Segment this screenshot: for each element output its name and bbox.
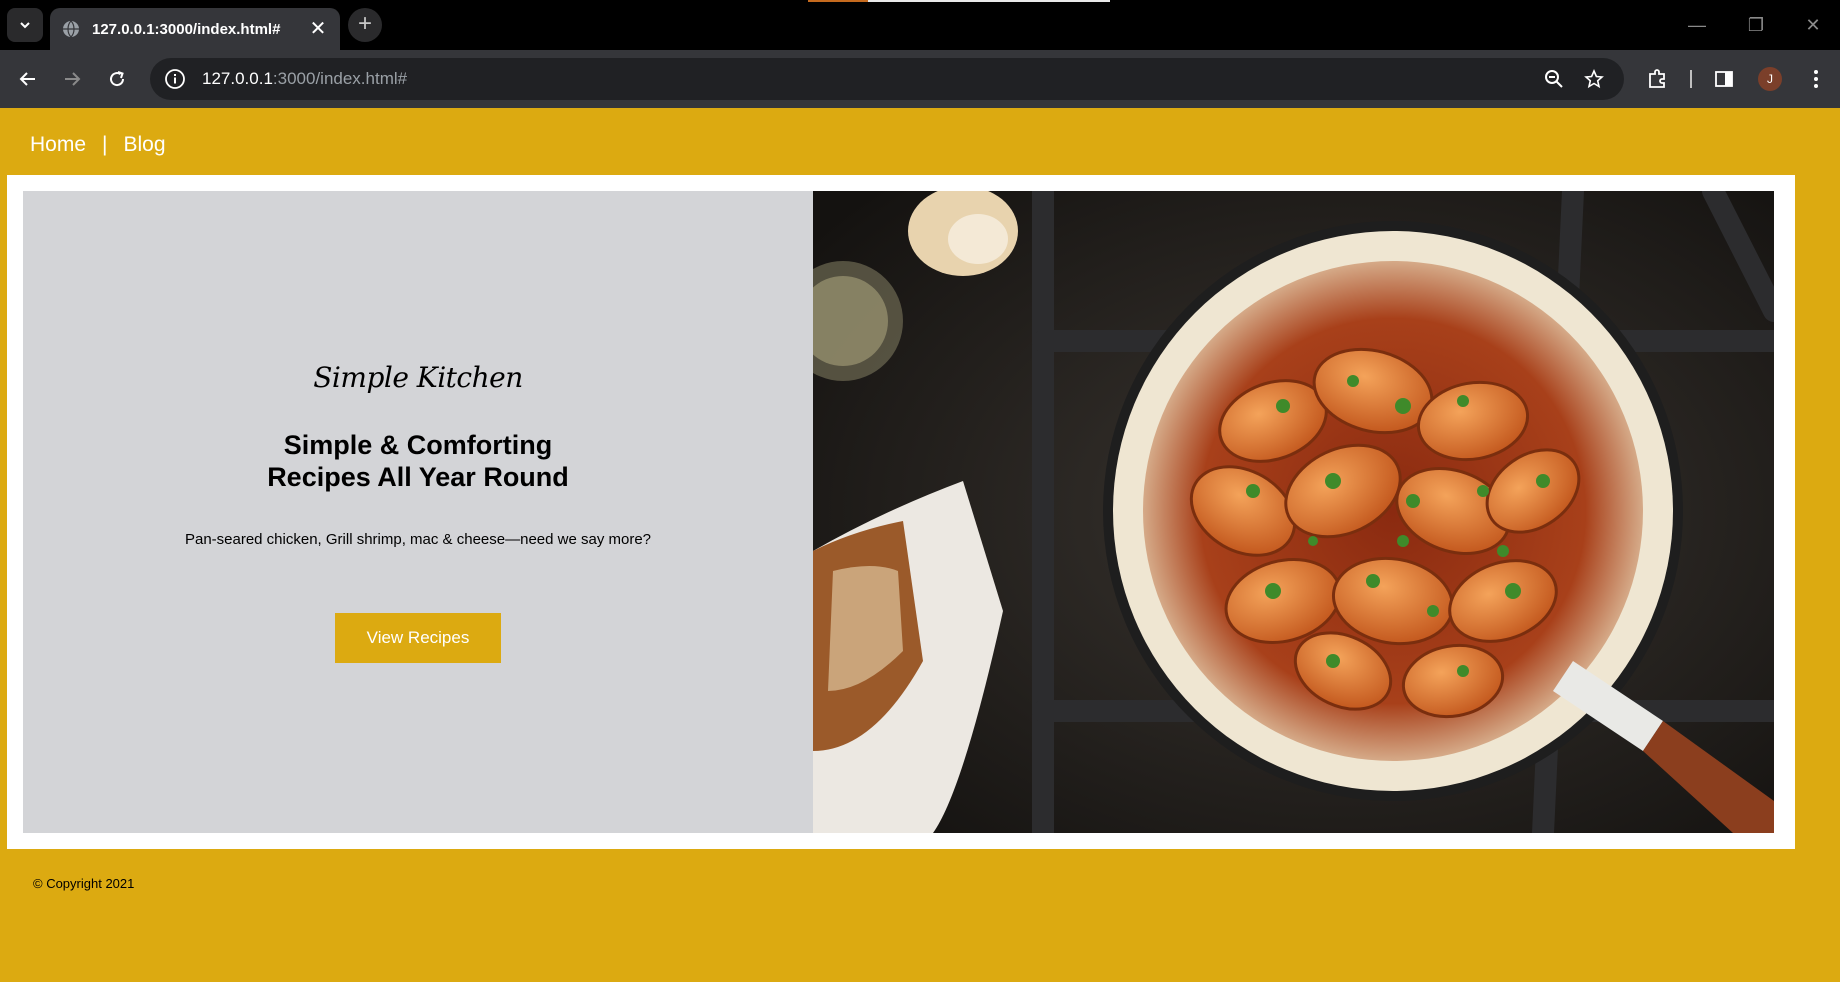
nav-divider: | <box>102 133 108 156</box>
site-logo: Simple Kitchen <box>313 361 523 394</box>
profile-avatar[interactable]: J <box>1758 67 1782 91</box>
headline-line-1: Simple & Comforting <box>283 430 553 460</box>
chevron-down-icon <box>20 22 30 29</box>
side-panel-icon <box>1715 71 1733 87</box>
restore-icon[interactable]: ❐ <box>1736 10 1776 40</box>
side-panel-button[interactable] <box>1707 62 1741 96</box>
media-indicator <box>808 0 1110 2</box>
nav-home-link[interactable]: Home <box>30 133 86 157</box>
url-path: :3000/index.html# <box>272 69 408 88</box>
hero-text-panel: Simple Kitchen Simple & Comforting Recip… <box>23 191 813 833</box>
puzzle-icon <box>1649 69 1665 88</box>
headline-line-2: Recipes All Year Round <box>267 462 569 492</box>
forward-button[interactable] <box>55 62 89 96</box>
bookmark-button[interactable] <box>1577 62 1611 96</box>
back-button[interactable] <box>11 62 45 96</box>
tab-title: 127.0.0.1:3000/index.html# <box>92 20 281 38</box>
browser-titlebar: 127.0.0.1:3000/index.html# ✕ + — ❐ ✕ <box>0 0 1840 50</box>
arrow-left-icon <box>19 72 35 86</box>
shrimp-skillet-photo <box>813 191 1774 833</box>
minimize-icon[interactable]: — <box>1677 10 1717 40</box>
zoom-button[interactable] <box>1537 62 1571 96</box>
url-host: 127.0.0.1 <box>202 69 273 88</box>
browser-toolbar: 127.0.0.1:3000/index.html# J <box>0 50 1840 108</box>
tab-search-button[interactable] <box>7 8 43 42</box>
star-icon <box>1584 69 1604 89</box>
footer-copyright: © Copyright 2021 <box>33 876 135 891</box>
zoom-out-icon <box>1545 70 1563 88</box>
hero-subtext: Pan-seared chicken, Grill shrimp, mac & … <box>184 531 652 548</box>
nav-blog-link[interactable]: Blog <box>124 133 166 157</box>
reload-button[interactable] <box>100 62 134 96</box>
view-recipes-button[interactable]: View Recipes <box>335 613 501 663</box>
hero-image <box>813 191 1774 833</box>
hero-headline: Simple & Comforting Recipes All Year Rou… <box>23 429 813 493</box>
extensions-button[interactable] <box>1640 62 1674 96</box>
globe-icon <box>63 20 79 38</box>
site-info-icon[interactable] <box>164 68 186 90</box>
hero-section: Simple Kitchen Simple & Comforting Recip… <box>7 175 1795 849</box>
kebab-menu-icon <box>1814 70 1818 88</box>
arrow-right-icon <box>65 72 81 86</box>
browser-tab[interactable]: 127.0.0.1:3000/index.html# ✕ <box>50 8 340 50</box>
close-tab-icon[interactable]: ✕ <box>308 19 328 39</box>
page-viewport: Home | Blog Simple Kitchen Simple & Comf… <box>0 108 1840 982</box>
toolbar-divider <box>1690 70 1692 88</box>
new-tab-button[interactable]: + <box>348 8 382 42</box>
top-nav: Home | Blog <box>30 133 166 157</box>
close-window-icon[interactable]: ✕ <box>1793 10 1833 40</box>
reload-icon <box>110 71 125 87</box>
address-bar[interactable]: 127.0.0.1:3000/index.html# <box>150 58 1624 100</box>
browser-menu-button[interactable] <box>1799 62 1833 96</box>
